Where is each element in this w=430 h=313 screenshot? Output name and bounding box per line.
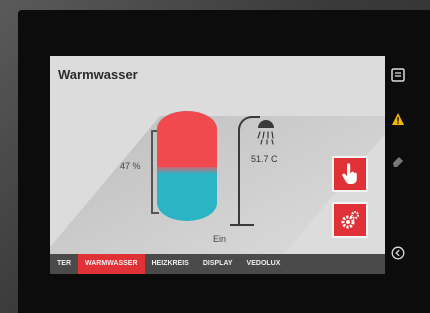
tab-bar: TER WARMWASSER HEIZKREIS DISPLAY VEDOLUX	[50, 254, 385, 274]
side-nav	[385, 56, 411, 274]
water-tank	[157, 111, 217, 221]
shadow-decoration	[50, 116, 385, 274]
tab-heizkreis[interactable]: HEIZKREIS	[145, 254, 196, 274]
tab-display[interactable]: DISPLAY	[196, 254, 240, 274]
status-label: Ein	[213, 234, 227, 244]
settings-button[interactable]	[332, 202, 368, 238]
warning-icon[interactable]	[391, 112, 405, 126]
tank-hot-section	[157, 111, 217, 168]
display-screen: Warmwasser 47 % 51.7 C Ein TER WARMWASSE…	[50, 56, 385, 274]
hand-pointer-icon	[342, 163, 357, 184]
tab-partial[interactable]: TER	[50, 254, 78, 274]
back-icon[interactable]	[391, 246, 405, 260]
tab-warmwasser[interactable]: WARMWASSER	[78, 254, 145, 274]
eraser-icon[interactable]	[391, 154, 405, 168]
shower-spray-icon	[257, 131, 274, 145]
tab-vedolux[interactable]: VEDOLUX	[240, 254, 288, 274]
touch-button[interactable]	[332, 156, 368, 192]
shower-temperature: 51.7 C	[251, 154, 278, 164]
menu-icon[interactable]	[391, 68, 405, 82]
shower-pipe-base	[230, 224, 254, 226]
page-title: Warmwasser	[58, 67, 138, 82]
tank-mix-band	[157, 167, 217, 174]
tank-level-label: 47 %	[120, 161, 141, 171]
gears-icon	[341, 211, 359, 229]
